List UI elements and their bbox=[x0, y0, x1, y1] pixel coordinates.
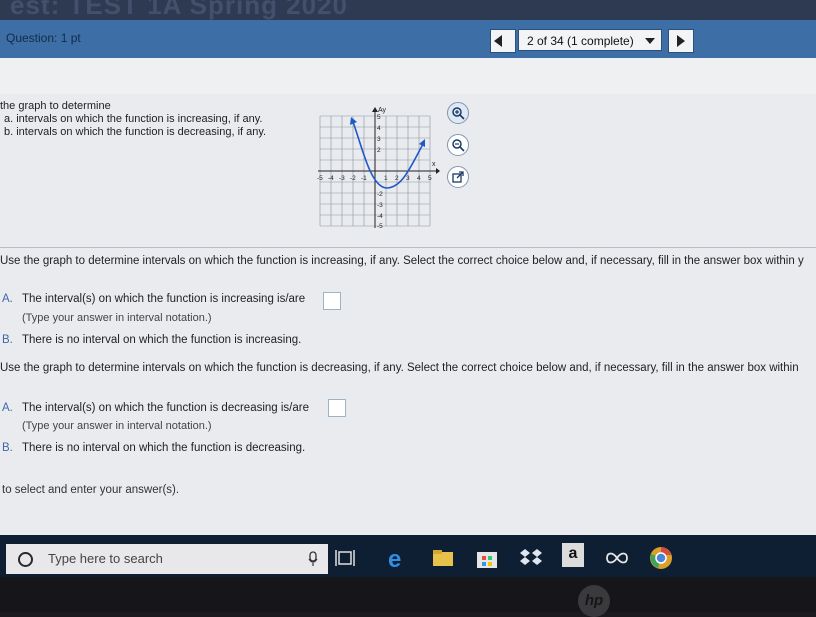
choice-hint: (Type your answer in interval notation.) bbox=[22, 420, 212, 432]
x-tick-label: 2 bbox=[395, 175, 399, 182]
task-view-icon[interactable] bbox=[332, 545, 358, 571]
y-tick-label: 3 bbox=[377, 136, 381, 143]
question-header: Question: 1 pt 2 of 34 (1 complete) bbox=[0, 20, 816, 58]
x-tick-label: 3 bbox=[406, 175, 410, 182]
x-tick-label: -3 bbox=[339, 175, 345, 182]
instruction-line: a. intervals on which the function is in… bbox=[4, 113, 263, 125]
open-graph-icon bbox=[452, 171, 464, 183]
x-axis-label: x bbox=[432, 161, 436, 168]
zoom-in-icon bbox=[452, 107, 465, 120]
x-tick-label: 1 bbox=[384, 175, 388, 182]
y-tick-label: -2 bbox=[377, 191, 383, 198]
amazon-letter: a bbox=[568, 545, 578, 562]
next-question-button[interactable] bbox=[668, 29, 694, 53]
microphone-icon[interactable] bbox=[308, 551, 318, 567]
question-progress-dropdown[interactable]: 2 of 34 (1 complete) bbox=[518, 29, 662, 51]
choice-text: There is no interval on which the functi… bbox=[22, 442, 306, 454]
choice-letter: B. bbox=[2, 334, 13, 346]
question-instructions: the graph to determine a. intervals on w… bbox=[0, 100, 266, 139]
search-placeholder: Type here to search bbox=[48, 551, 163, 566]
store-icon[interactable] bbox=[474, 545, 500, 571]
increasing-answer-box[interactable] bbox=[323, 292, 341, 310]
y-tick-label: 2 bbox=[377, 147, 381, 154]
choice-letter: A. bbox=[2, 293, 13, 305]
caret-down-icon bbox=[645, 38, 655, 44]
header-spacer bbox=[0, 58, 816, 94]
function-graph: Ay x -5 -4 -3 -2 -1 1 2 3 4 5 5 4 3 2 -2… bbox=[317, 107, 440, 230]
open-graph-button[interactable] bbox=[447, 166, 469, 188]
x-tick-label: 4 bbox=[417, 175, 421, 182]
y-tick-label: -4 bbox=[377, 213, 383, 220]
y-axis-label: Ay bbox=[378, 107, 387, 114]
y-tick-label: -3 bbox=[377, 202, 383, 209]
x-tick-label: -2 bbox=[350, 175, 356, 182]
part-a-prompt: Use the graph to determine intervals on … bbox=[0, 255, 804, 267]
answer-instruction: to select and enter your answer(s). bbox=[2, 484, 180, 496]
part-b-prompt: Use the graph to determine intervals on … bbox=[0, 362, 799, 374]
infinity-icon[interactable] bbox=[604, 545, 630, 571]
browser-content: Question: 1 pt 2 of 34 (1 complete) the … bbox=[0, 20, 816, 535]
taskbar-search-input[interactable]: Type here to search bbox=[6, 544, 328, 574]
section-divider bbox=[0, 247, 816, 248]
question-label: Question: 1 pt bbox=[6, 31, 81, 45]
search-ring-icon bbox=[18, 552, 33, 567]
x-tick-label: -5 bbox=[317, 175, 323, 182]
windows-taskbar: Type here to search e a bbox=[0, 535, 816, 577]
decreasing-answer-box[interactable] bbox=[328, 399, 346, 417]
monitor-top-edge: est: TEST 1A Spring 2020 bbox=[0, 0, 816, 20]
zoom-out-icon bbox=[452, 139, 465, 152]
choice-text: There is no interval on which the functi… bbox=[22, 334, 302, 346]
choice-letter: B. bbox=[2, 442, 13, 454]
instruction-line: b. intervals on which the function is de… bbox=[4, 126, 267, 138]
edge-icon[interactable]: e bbox=[385, 545, 411, 571]
svg-text:e: e bbox=[388, 546, 401, 571]
dropbox-icon[interactable] bbox=[518, 545, 544, 571]
y-tick-label: -5 bbox=[377, 223, 383, 230]
choice-text: The interval(s) on which the function is… bbox=[22, 293, 306, 305]
choice-letter: A. bbox=[2, 402, 13, 414]
x-tick-label: -4 bbox=[328, 175, 334, 182]
x-tick-label: 5 bbox=[428, 175, 432, 182]
previous-question-button[interactable] bbox=[490, 29, 516, 53]
hp-logo: hp bbox=[578, 585, 610, 617]
y-tick-label: 4 bbox=[377, 125, 381, 132]
file-explorer-icon[interactable] bbox=[430, 545, 456, 571]
y-tick-label: 5 bbox=[377, 114, 381, 121]
x-tick-label: -1 bbox=[361, 175, 367, 182]
progress-text: 2 of 34 (1 complete) bbox=[527, 34, 634, 48]
choice-text: The interval(s) on which the function is… bbox=[22, 402, 310, 414]
choice-hint: (Type your answer in interval notation.) bbox=[22, 312, 212, 324]
test-title: est: TEST 1A Spring 2020 bbox=[10, 0, 349, 20]
zoom-out-button[interactable] bbox=[447, 134, 469, 156]
instruction-line: the graph to determine bbox=[0, 100, 111, 112]
chrome-icon[interactable] bbox=[648, 545, 674, 571]
x-axis-arrow-icon bbox=[436, 168, 440, 174]
amazon-icon[interactable]: a bbox=[562, 543, 584, 567]
zoom-in-button[interactable] bbox=[447, 102, 469, 124]
laptop-bezel-bottom: hp bbox=[0, 577, 816, 617]
